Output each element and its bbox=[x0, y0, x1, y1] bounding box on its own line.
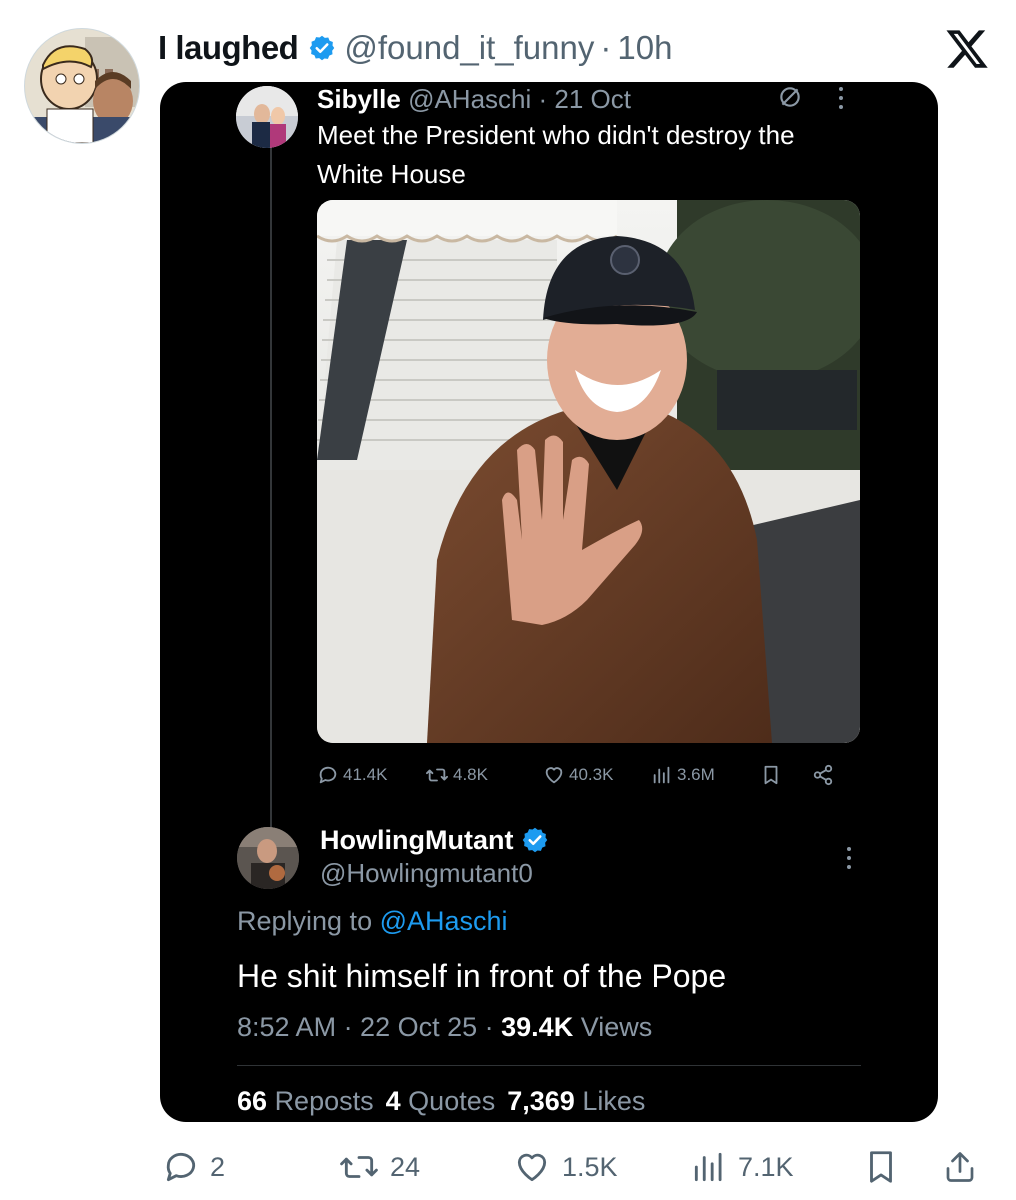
more-icon[interactable] bbox=[846, 846, 852, 875]
share-button[interactable] bbox=[942, 1145, 978, 1189]
post-header: I laughed @found_it_funny · 10h bbox=[158, 24, 672, 72]
reply-author-handle[interactable]: @Howlingmutant0 bbox=[320, 858, 533, 889]
header-separator: · bbox=[600, 29, 612, 66]
post-time[interactable]: 10h bbox=[617, 29, 672, 67]
post-action-bar: 2 24 1.5K 7.1K bbox=[160, 1145, 1000, 1189]
author-avatar[interactable] bbox=[24, 28, 140, 144]
quoted-replies-count: 41.4K bbox=[343, 765, 388, 784]
quoted-share-stat[interactable] bbox=[811, 764, 841, 786]
reply-engagement-counts: 66 Reposts 4 Quotes 7,369 Likes bbox=[237, 1086, 645, 1117]
repost-count: 24 bbox=[390, 1151, 421, 1182]
reply-meta: 8:52 AM · 22 Oct 25 · 39.4K Views bbox=[237, 1012, 652, 1043]
quoted-like-stat[interactable]: 40.3K bbox=[543, 764, 651, 786]
reply-text: He shit himself in front of the Pope bbox=[237, 958, 727, 994]
mute-icon[interactable] bbox=[777, 84, 803, 117]
reply-icon bbox=[166, 1152, 196, 1182]
quoted-reply-stat[interactable]: 41.4K bbox=[317, 764, 425, 786]
like-icon bbox=[517, 1153, 547, 1182]
author-handle[interactable]: @found_it_funny bbox=[344, 29, 594, 67]
views-button[interactable]: 7.1K bbox=[690, 1145, 794, 1189]
quoted-likes-count: 40.3K bbox=[569, 765, 614, 784]
quoted-stats-bar: 41.4K 4.8K 40.3K 3.6M bbox=[317, 758, 857, 792]
quoted-author-handle[interactable]: @AHaschi bbox=[408, 84, 531, 115]
reply-views-count: 39.4K bbox=[501, 1012, 574, 1042]
reply-quotes-stat[interactable]: 4 Quotes bbox=[386, 1086, 496, 1117]
repost-icon bbox=[425, 768, 448, 782]
like-button[interactable]: 1.5K bbox=[512, 1145, 618, 1189]
reply-timestamp[interactable]: 8:52 AM · 22 Oct 25 · bbox=[237, 1012, 494, 1042]
reply-author-name-row: HowlingMutant bbox=[320, 822, 549, 858]
like-count: 1.5K bbox=[562, 1151, 618, 1182]
views-count: 7.1K bbox=[738, 1151, 794, 1182]
replying-to-line: Replying to @AHaschi bbox=[237, 906, 508, 937]
quoted-text: Meet the President who didn't destroy th… bbox=[317, 120, 795, 189]
quoted-author-name[interactable]: Sibylle bbox=[317, 84, 401, 115]
x-logo-icon[interactable] bbox=[944, 26, 990, 72]
views-icon bbox=[653, 766, 670, 784]
reply-likes-stat[interactable]: 7,369 Likes bbox=[507, 1086, 645, 1117]
quoted-views-stat[interactable]: 3.6M bbox=[651, 764, 761, 786]
replying-to-handle[interactable]: @AHaschi bbox=[380, 906, 508, 936]
reply-views-label: Views bbox=[580, 1012, 653, 1042]
verified-badge-icon bbox=[521, 826, 549, 854]
thread-line bbox=[270, 146, 272, 852]
quoted-repost-stat[interactable]: 4.8K bbox=[425, 764, 543, 786]
reply-author-avatar[interactable] bbox=[237, 827, 299, 889]
repost-button[interactable]: 24 bbox=[338, 1145, 420, 1189]
bookmark-icon bbox=[870, 1151, 892, 1183]
quoted-author-avatar[interactable] bbox=[236, 86, 298, 148]
embedded-screenshot-card: Sibylle @AHaschi · 21 Oct Meet the Presi… bbox=[160, 82, 938, 1122]
repost-icon bbox=[340, 1156, 378, 1178]
bookmark-button[interactable] bbox=[864, 1145, 898, 1189]
quoted-views-count: 3.6M bbox=[677, 765, 715, 784]
verified-badge-icon bbox=[308, 34, 336, 62]
share-icon bbox=[813, 764, 833, 786]
reply-author-name[interactable]: HowlingMutant bbox=[320, 825, 513, 856]
quoted-date[interactable]: 21 Oct bbox=[554, 84, 631, 115]
share-icon bbox=[946, 1152, 974, 1182]
author-name[interactable]: I laughed bbox=[158, 29, 299, 67]
reply-icon bbox=[319, 766, 337, 784]
reply-count: 2 bbox=[210, 1151, 226, 1182]
divider bbox=[237, 1065, 861, 1066]
like-icon bbox=[545, 767, 563, 784]
replying-to-prefix: Replying to bbox=[237, 906, 373, 936]
bookmark-icon bbox=[764, 765, 778, 785]
reply-button[interactable]: 2 bbox=[162, 1145, 225, 1189]
quoted-header: Sibylle @AHaschi · 21 Oct bbox=[317, 83, 631, 115]
quoted-photo[interactable] bbox=[317, 200, 860, 743]
quoted-reposts-count: 4.8K bbox=[453, 765, 488, 784]
reply-reposts-stat[interactable]: 66 Reposts bbox=[237, 1086, 374, 1117]
more-icon[interactable] bbox=[838, 86, 850, 110]
quoted-bookmark-stat[interactable] bbox=[761, 764, 811, 786]
views-icon bbox=[694, 1152, 722, 1182]
